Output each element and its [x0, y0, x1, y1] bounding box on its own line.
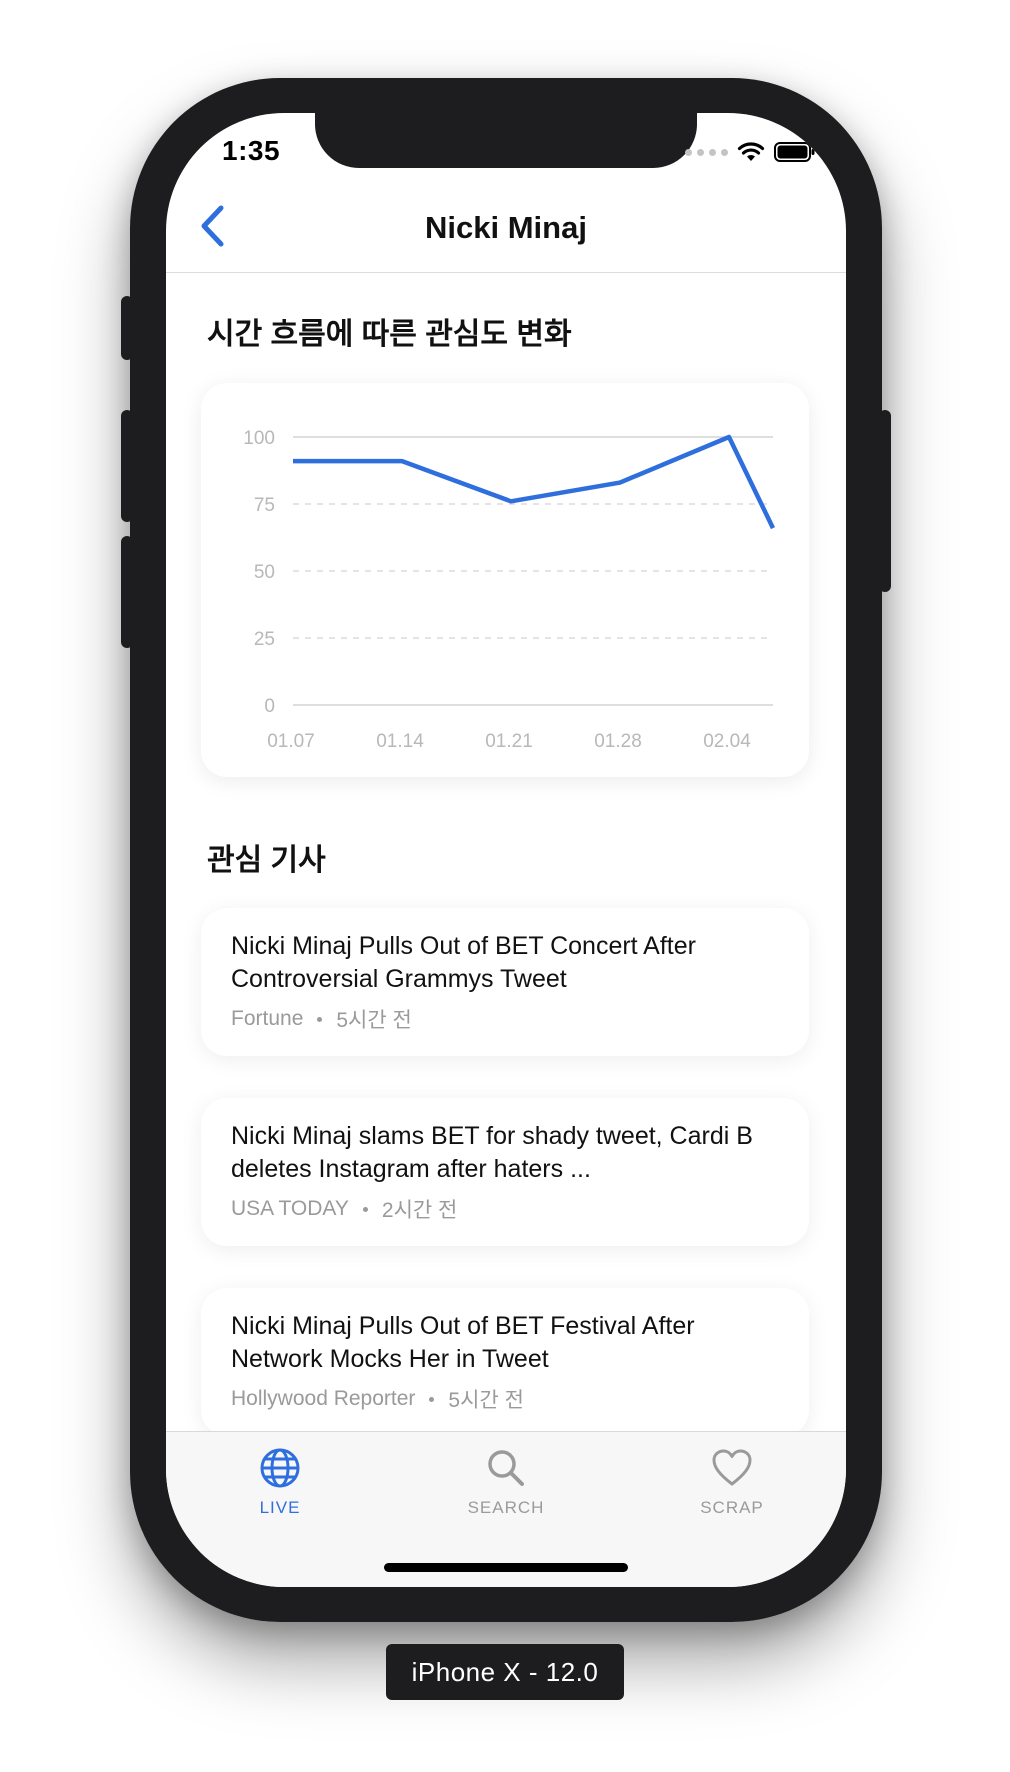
x-tick-label: 02.04: [703, 731, 751, 752]
volume-down-button: [121, 536, 133, 648]
article-meta: USA TODAY 2시간 전: [231, 1194, 779, 1224]
article-title: Nicki Minaj slams BET for shady tweet, C…: [231, 1122, 753, 1183]
y-tick-label: 0: [264, 696, 275, 717]
article-time: 5시간 전: [336, 1009, 412, 1032]
x-tick-label: 01.14: [376, 731, 424, 752]
separator-dot: [317, 1016, 323, 1022]
tab-label: SEARCH: [467, 1498, 545, 1517]
status-time: 1:35: [222, 135, 281, 166]
y-tick-label: 100: [243, 428, 275, 449]
heart-icon: [712, 1449, 752, 1486]
tab-label: SCRAP: [700, 1498, 764, 1517]
article-card[interactable]: Nicki Minaj slams BET for shady tweet, C…: [201, 1098, 809, 1246]
tab-label: LIVE: [259, 1498, 301, 1517]
chart-section-title: 시간 흐름에 따른 관심도 변화: [207, 318, 572, 351]
search-icon: [488, 1450, 524, 1486]
tab-live[interactable]: LIVE: [210, 1446, 350, 1518]
article-card[interactable]: Nicki Minaj Pulls Out of BET Concert Aft…: [201, 908, 809, 1056]
power-button: [879, 410, 891, 592]
silent-switch: [121, 296, 133, 360]
series-line: [293, 434, 776, 530]
x-tick-label: 01.28: [594, 731, 642, 752]
article-card[interactable]: Nicki Minaj Pulls Out of BET Festival Af…: [201, 1288, 809, 1436]
article-time: 2시간 전: [381, 1199, 458, 1222]
interest-chart-card: 100 75 50 25 0 01.07 01.14 01.21 01.28 02.04: [201, 383, 809, 777]
separator-dot: [362, 1206, 368, 1212]
interest-line-chart: 100 75 50 25 0 01.07 01.14 01.21 01.28 02.04: [243, 428, 776, 752]
article-meta: Hollywood Reporter 5시간 전: [231, 1384, 779, 1414]
notch: [315, 113, 697, 168]
home-indicator: [384, 1563, 628, 1572]
article-source: Hollywood Reporter: [231, 1387, 416, 1410]
status-icons: [685, 141, 816, 163]
article-title: Nicki Minaj Pulls Out of BET Concert Aft…: [231, 932, 696, 993]
tab-scrap[interactable]: SCRAP: [662, 1446, 802, 1518]
device-label: iPhone X - 12.0: [386, 1644, 624, 1700]
volume-up-button: [121, 410, 133, 522]
phone-screen: 1:35 Nicki Minaj 시간 흐름에 따른 관심도 변화 100 75 5…: [166, 113, 846, 1587]
article-time: 5시간 전: [448, 1389, 524, 1412]
battery-icon: [774, 142, 815, 162]
article-title: Nicki Minaj Pulls Out of BET Festival Af…: [231, 1312, 695, 1373]
articles-section-title: 관심 기사: [207, 844, 326, 877]
page-title: Nicki Minaj: [425, 210, 587, 245]
globe-icon: [260, 1448, 300, 1488]
article-meta: Fortune 5시간 전: [231, 1004, 779, 1034]
navigation-bar: Nicki Minaj: [166, 183, 846, 273]
wifi-icon: [737, 142, 765, 161]
cellular-signal-icon: [685, 148, 728, 156]
x-tick-label: 01.21: [485, 731, 533, 752]
article-source: USA TODAY: [231, 1197, 349, 1220]
separator-dot: [429, 1396, 435, 1402]
y-tick-label: 75: [254, 495, 275, 516]
tab-search[interactable]: SEARCH: [436, 1446, 576, 1518]
y-tick-label: 50: [254, 562, 275, 583]
y-tick-label: 25: [254, 629, 275, 650]
x-tick-label: 01.07: [267, 731, 315, 752]
article-source: Fortune: [231, 1007, 304, 1030]
